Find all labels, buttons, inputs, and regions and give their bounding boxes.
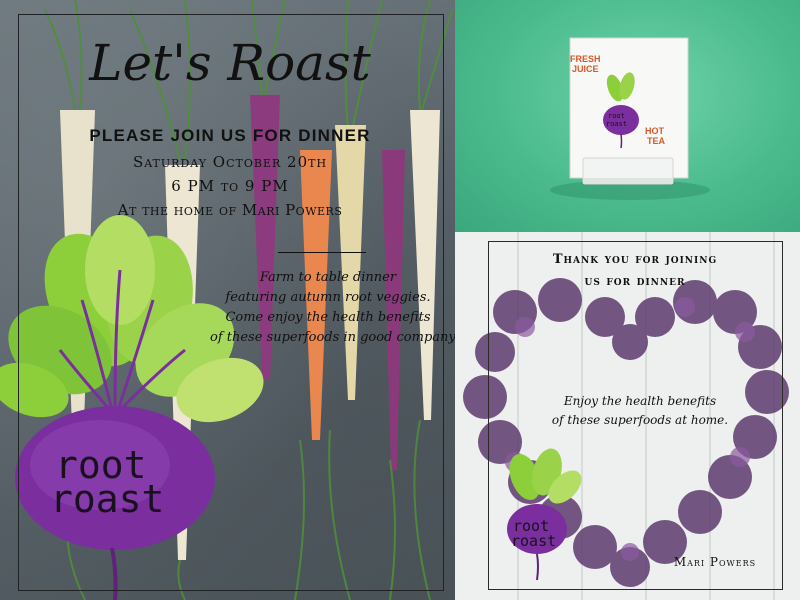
mockup-scene: [550, 37, 710, 200]
invitation-headline: PLEASE JOIN US FOR DINNER: [89, 126, 371, 145]
thank-you-card: Thank you for joining us for dinner Enjo…: [455, 232, 800, 600]
mockup-logo-roast: roast: [606, 120, 628, 128]
mockup-logo-root: root: [608, 112, 625, 120]
logo-word-roast: roast: [50, 477, 165, 521]
signature: Mari Powers: [673, 555, 757, 569]
invitation-card: Let's Roast PLEASE JOIN US FOR DINNER Sa…: [0, 0, 455, 600]
description-line: Farm to table dinner: [259, 270, 397, 285]
invitation-title: Let's Roast: [89, 34, 371, 92]
thank-you-body-line2: of these superfoods at home.: [551, 413, 729, 427]
divider: [278, 252, 366, 253]
description-line: of these superfoods in good company: [210, 330, 455, 345]
fresh-label: FRESH: [570, 54, 601, 64]
juice-label: JUICE: [572, 64, 599, 74]
invitation-time: 6 PM to 9 PM: [171, 177, 289, 195]
thank-you-heading-line2: us for dinner: [584, 274, 686, 289]
thank-you-heading-line1: Thank you for joining: [552, 252, 718, 267]
description-line: featuring autumn root veggies.: [225, 290, 431, 305]
menu-card-mockup: FRESH JUICE HOT TEA root roast: [455, 0, 800, 232]
invitation-date: Saturday October 20th: [132, 153, 328, 171]
description-line: Come enjoy the health benefits: [225, 310, 431, 325]
hot-label: HOT: [645, 126, 664, 136]
thank-you-body-line1: Enjoy the health benefits: [563, 394, 717, 408]
thanks-logo-roast: roast: [511, 532, 557, 550]
tea-label: TEA: [647, 136, 665, 146]
invitation-location: At the home of Mari Powers: [117, 201, 343, 219]
